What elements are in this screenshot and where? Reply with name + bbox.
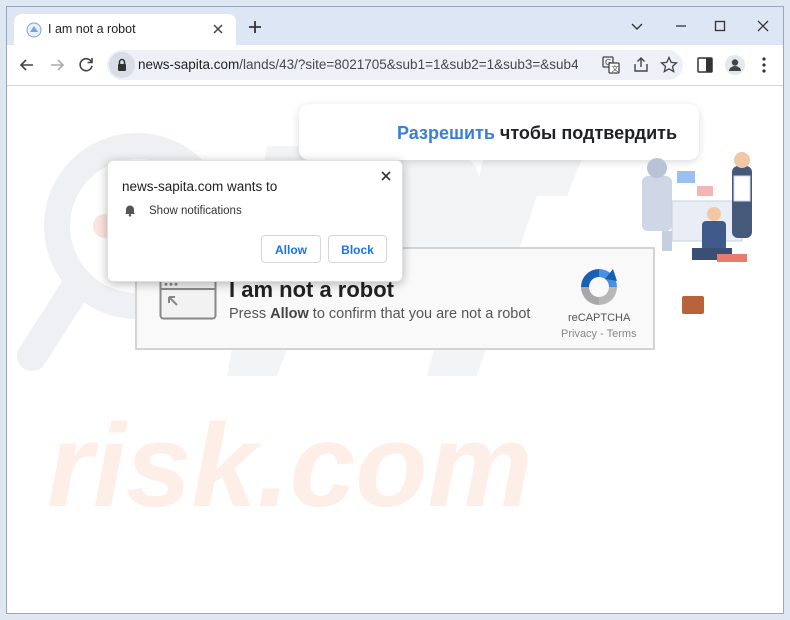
profile-icon[interactable]: [724, 54, 746, 76]
close-icon[interactable]: [378, 168, 394, 184]
plus-icon[interactable]: [246, 18, 264, 36]
window-close-icon[interactable]: [749, 13, 777, 39]
url-path: /lands/43/?site=8021705&sub1=1&sub2=1&su…: [239, 57, 578, 72]
svg-text:文: 文: [612, 64, 619, 73]
block-button[interactable]: Block: [328, 235, 387, 263]
tab-title: I am not a robot: [48, 22, 136, 36]
tab-active[interactable]: I am not a robot: [14, 14, 236, 45]
url-text[interactable]: news-sapita.com/lands/43/?site=8021705&s…: [138, 57, 578, 72]
url-host: news-sapita.com: [138, 57, 240, 72]
minimize-icon[interactable]: [623, 13, 651, 39]
maximize-icon[interactable]: [706, 13, 734, 39]
share-icon[interactable]: [630, 54, 652, 76]
kebab-menu-icon[interactable]: [753, 54, 775, 76]
favicon-icon: [26, 22, 42, 38]
recaptcha-icon: [581, 269, 617, 305]
close-icon[interactable]: [210, 21, 226, 37]
site-info-button[interactable]: [109, 52, 135, 78]
captcha-subtitle: Press Allow to confirm that you are not …: [229, 306, 530, 322]
address-bar[interactable]: news-sapita.com/lands/43/?site=8021705&s…: [107, 50, 683, 80]
notification-permission-popup: news-sapita.com wants to Show notificati…: [107, 160, 403, 282]
captcha-sub-suffix: to confirm that you are not a robot: [308, 306, 531, 322]
back-icon[interactable]: [16, 54, 38, 76]
reload-icon[interactable]: [75, 54, 97, 76]
sidepanel-icon[interactable]: [694, 54, 716, 76]
browser-window-icon: [159, 278, 217, 320]
forward-icon[interactable]: [46, 54, 68, 76]
page-content: risk.com Разрешить чтобы подтвердить I a…: [7, 86, 783, 613]
bell-icon: [125, 205, 135, 217]
popup-title: news-sapita.com wants to: [122, 179, 278, 194]
toolbar: news-sapita.com/lands/43/?site=8021705&s…: [7, 45, 783, 86]
recaptcha-links[interactable]: Privacy - Terms: [561, 328, 637, 340]
permission-label: Show notifications: [149, 205, 242, 217]
banner-rest: чтобы подтвердить: [494, 123, 678, 143]
captcha-sub-prefix: Press: [229, 306, 271, 322]
star-icon[interactable]: [658, 54, 680, 76]
browser-window: I am not a robot news-sapita.com/lands/4…: [6, 6, 784, 614]
watermark-text: risk.com: [47, 400, 532, 532]
banner-text: Разрешить чтобы подтвердить: [397, 123, 677, 144]
banner-highlight: Разрешить: [397, 123, 495, 143]
translate-icon[interactable]: G 文: [600, 54, 622, 76]
minimize-icon[interactable]: [667, 13, 695, 39]
title-bar: I am not a robot: [7, 7, 783, 45]
lock-icon: [118, 58, 126, 71]
allow-button[interactable]: Allow: [261, 235, 321, 263]
recaptcha-label: reCAPTCHA: [568, 312, 631, 324]
captcha-sub-bold: Allow: [270, 306, 309, 322]
